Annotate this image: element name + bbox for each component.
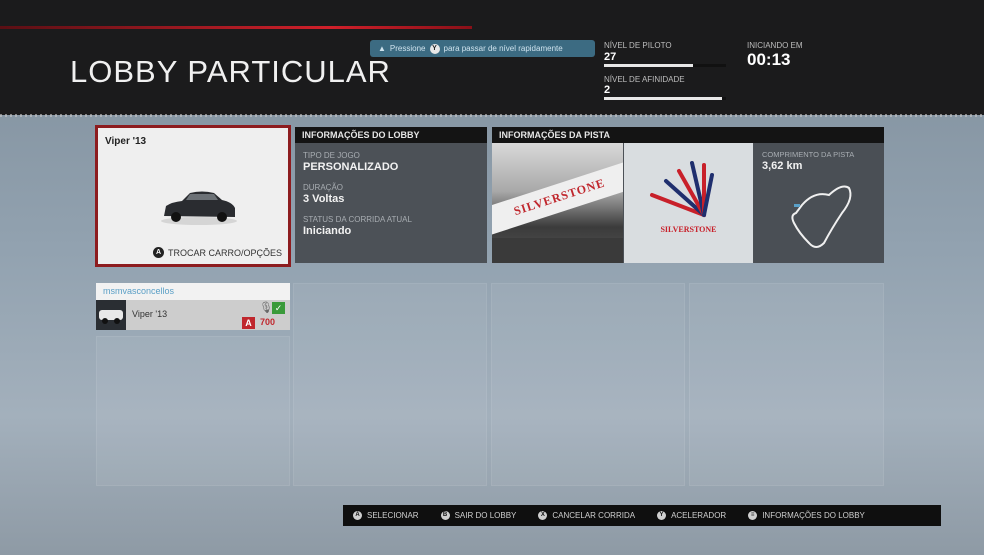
footer-action-cancelar-corrida[interactable]: X CANCELAR CORRIDA [538, 511, 635, 520]
y-button-icon: Y [429, 43, 440, 54]
player-car-name: Viper '13 [132, 309, 168, 319]
logo-text: SILVERSTONE [660, 225, 717, 234]
track-logo: SILVERSTONE [624, 143, 753, 263]
microphone-icon: 🎙 [259, 302, 273, 314]
hint-text: Pressione [389, 44, 426, 53]
footer-action-label: INFORMAÇÕES DO LOBBY [762, 511, 865, 520]
controller-button-icon: X [538, 511, 548, 520]
empty-slot [96, 336, 290, 486]
player-row: Viper '13 🎙 ✓ A 700 [96, 300, 290, 330]
header: LOBBY PARTICULAR ▲ Pressione Y para pass… [0, 0, 984, 115]
accent-line [0, 26, 472, 29]
controller-button-icon: B [440, 511, 450, 520]
a-button-icon: A [152, 247, 164, 258]
car-image [161, 191, 237, 225]
controller-button-icon: Y [657, 511, 667, 520]
track-photo: SILVERSTONE [492, 143, 623, 263]
pilot-level-label: NÍVEL DE PILOTO [604, 41, 672, 50]
affinity-level-bar [604, 97, 726, 100]
player-car-thumbnail [96, 300, 126, 330]
change-car-label: TROCAR CARRO/OPÇÕES [167, 247, 282, 258]
empty-slot [689, 283, 884, 486]
track-sign: SILVERSTONE [492, 155, 623, 239]
footer-action-informações-do-lobby[interactable]: ≡ INFORMAÇÕES DO LOBBY [748, 511, 865, 520]
pilot-level-value: 27 [604, 51, 617, 63]
countdown-value: 00:13 [747, 50, 791, 69]
footer-action-label: CANCELAR CORRIDA [552, 511, 636, 520]
footer-action-label: SELECIONAR [367, 511, 419, 520]
footer-action-label: SAIR DO LOBBY [454, 511, 517, 520]
duration-label: DURAÇÃO [303, 183, 344, 192]
controller-button-icon: A [353, 511, 362, 520]
lobby-info-title: INFORMAÇÕES DO LOBBY [295, 127, 487, 143]
car-name: Viper '13 [105, 136, 147, 147]
footer-action-sair-do-lobby[interactable]: B SAIR DO LOBBY [440, 511, 517, 520]
player-card[interactable]: msmvasconcellos Viper '13 🎙 ✓ A 700 [96, 283, 290, 330]
track-info-title: INFORMAÇÕES DA PISTA [492, 127, 884, 143]
track-map: COMPRIMENTO DA PISTA 3,62 km [754, 143, 884, 263]
lobby-info-panel: INFORMAÇÕES DO LOBBY TIPO DE JOGO PERSON… [295, 127, 487, 263]
page-title: LOBBY PARTICULAR [70, 54, 391, 89]
empty-slot [293, 283, 487, 486]
track-info-panel: INFORMAÇÕES DA PISTA SILVERSTONE SILVERS… [492, 127, 884, 263]
level-up-hint: ▲ Pressione Y para passar de nível rapid… [370, 40, 595, 57]
empty-slot [491, 283, 685, 486]
race-status-label: STATUS DA CORRIDA ATUAL [303, 215, 412, 224]
affinity-level-label: NÍVEL DE AFINIDADE [604, 75, 685, 84]
change-car-button[interactable]: A TROCAR CARRO/OPÇÕES [152, 247, 282, 258]
footer-action-label: ACELERADOR [671, 511, 727, 520]
car-card[interactable]: Viper '13 A TROCAR CARRO/OPÇÕES [95, 125, 291, 267]
controller-button-icon: ≡ [748, 511, 758, 520]
game-type-value: PERSONALIZADO [303, 161, 399, 173]
race-status-value: Iniciando [303, 225, 352, 237]
pilot-level-bar [604, 64, 726, 67]
chevron-up-icon: ▲ [378, 44, 386, 53]
countdown-label: INICIANDO EM [747, 41, 803, 50]
ready-check-icon: ✓ [272, 302, 285, 314]
affinity-level-value: 2 [604, 84, 611, 96]
track-layout-icon [791, 185, 852, 248]
car-rating: 700 [260, 317, 276, 327]
duration-value: 3 Voltas [303, 193, 345, 205]
player-gamertag: msmvasconcellos [96, 283, 290, 300]
footer-action-acelerador[interactable]: Y ACELERADOR [657, 511, 726, 520]
silverstone-logo-icon [650, 161, 714, 217]
divider [0, 114, 984, 117]
button-hints-bar: A SELECIONAR B SAIR DO LOBBY X CANCELAR CORRI… [343, 505, 941, 526]
hint-text: para passar de nível rapidamente [443, 44, 563, 53]
car-class-badge: A [242, 317, 255, 329]
game-type-label: TIPO DE JOGO [303, 151, 360, 160]
footer-action-selecionar[interactable]: A SELECIONAR [353, 511, 419, 520]
